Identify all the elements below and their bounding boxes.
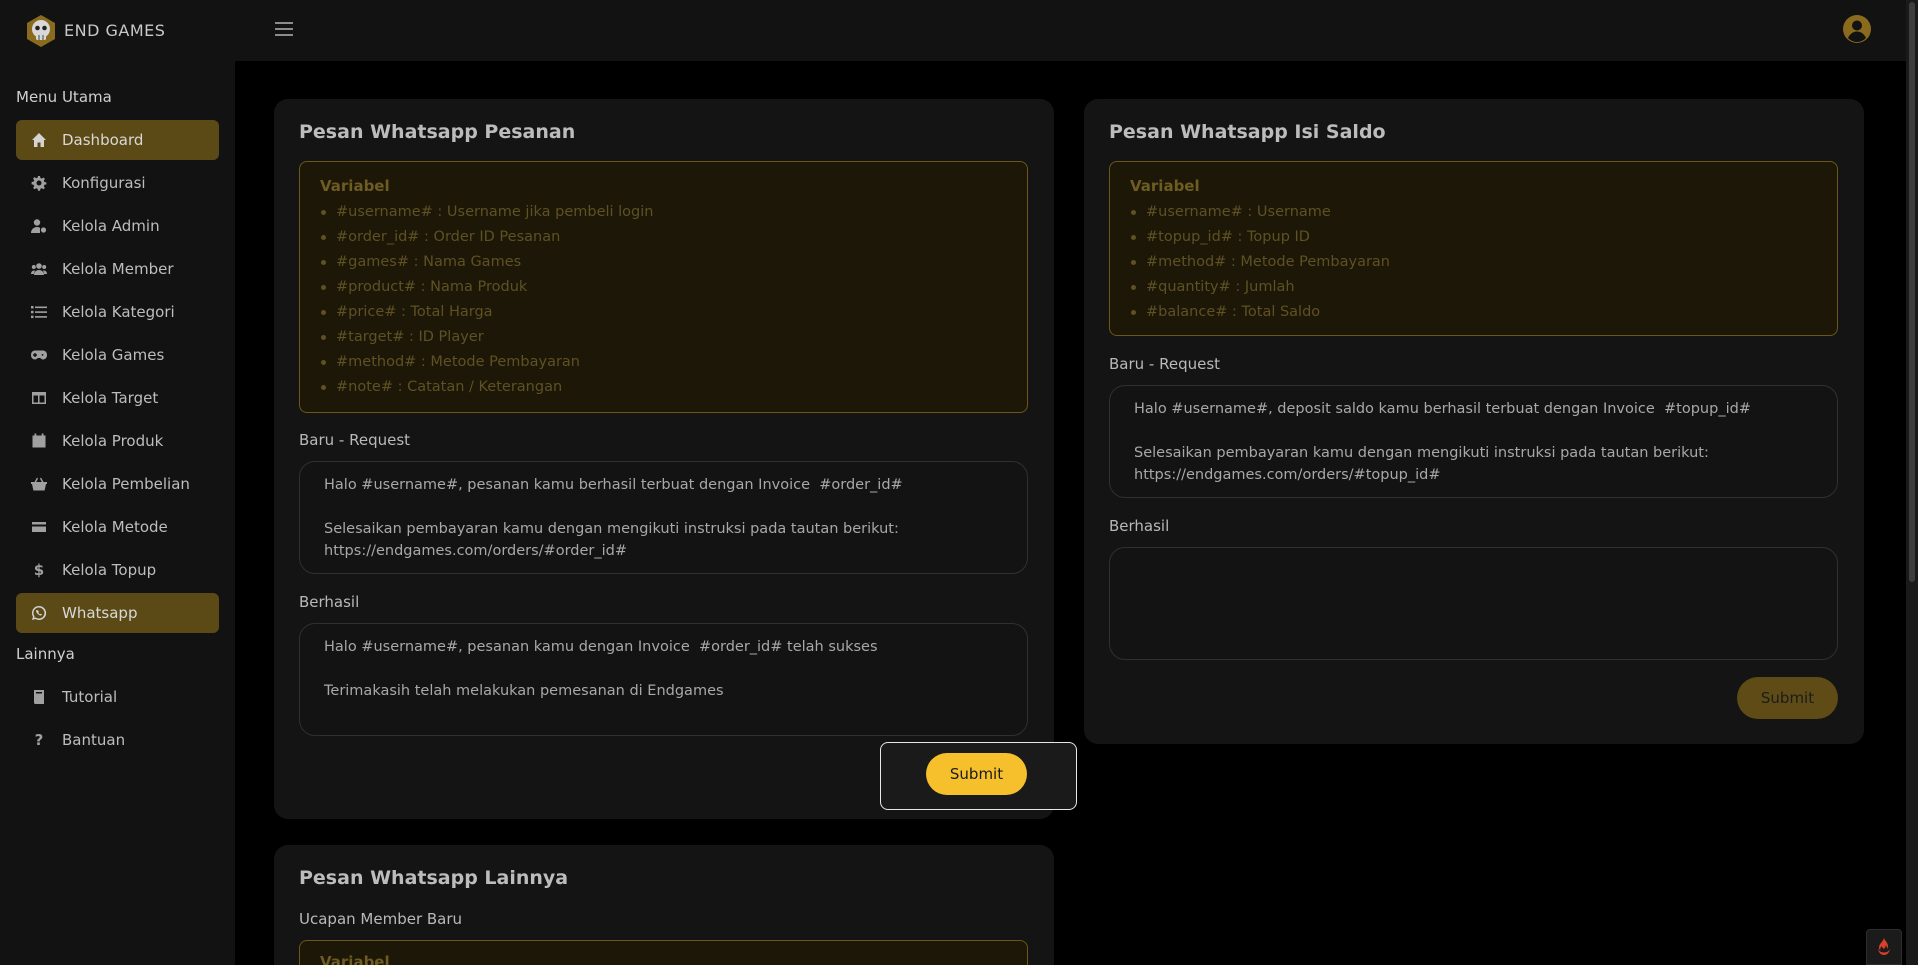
credit-card-icon bbox=[30, 518, 48, 536]
scrollbar-thumb[interactable] bbox=[1909, 2, 1915, 582]
sidebar-item-kelola-member[interactable]: Kelola Member bbox=[16, 249, 219, 289]
variable-item: #target# : ID Player bbox=[320, 325, 653, 350]
variables-title: Variabel bbox=[320, 953, 390, 965]
topup-card-title: Pesan Whatsapp Isi Saldo bbox=[1109, 121, 1386, 143]
variable-item: #product# : Nama Produk bbox=[320, 275, 653, 300]
sidebar-item-kelola-kategori[interactable]: Kelola Kategori bbox=[16, 292, 219, 332]
order-message-card: Pesan Whatsapp Pesanan Variabel #usernam… bbox=[274, 99, 1054, 819]
sidebar-item-kelola-games[interactable]: Kelola Games bbox=[16, 335, 219, 375]
new-member-variables-box: Variabel bbox=[299, 940, 1028, 965]
hamburger-menu-icon[interactable] bbox=[275, 22, 293, 38]
order-request-label: Baru - Request bbox=[299, 431, 411, 449]
variable-item: #method# : Metode Pembayaran bbox=[1131, 250, 1390, 275]
list-icon bbox=[30, 303, 48, 321]
order-submit-button[interactable]: Submit bbox=[926, 753, 1027, 795]
variable-item: #username# : Username bbox=[1131, 200, 1390, 225]
user-cog-icon bbox=[30, 217, 48, 235]
sidebar: END GAMES Menu Utama Dashboard Konfigura… bbox=[0, 0, 235, 965]
variable-item: #username# : Username jika pembeli login bbox=[320, 200, 653, 225]
sidebar-item-label: Kelola Target bbox=[62, 389, 159, 407]
order-success-label: Berhasil bbox=[299, 593, 360, 611]
sidebar-item-label: Kelola Produk bbox=[62, 432, 164, 450]
sidebar-item-bantuan[interactable]: ? Bantuan bbox=[16, 720, 219, 760]
other-message-card: Pesan Whatsapp Lainnya Ucapan Member Bar… bbox=[274, 845, 1054, 965]
variable-item: #order_id# : Order ID Pesanan bbox=[320, 225, 653, 250]
topup-message-card: Pesan Whatsapp Isi Saldo Variabel #usern… bbox=[1084, 99, 1864, 744]
basket-icon bbox=[30, 475, 48, 493]
topup-request-textarea[interactable]: Halo #username#, deposit saldo kamu berh… bbox=[1109, 385, 1838, 498]
order-success-textarea[interactable]: Halo #username#, pesanan kamu dengan Inv… bbox=[299, 623, 1028, 736]
sidebar-item-whatsapp[interactable]: Whatsapp bbox=[16, 593, 219, 633]
topup-submit-button[interactable]: Submit bbox=[1737, 677, 1838, 719]
dollar-icon: $ bbox=[33, 561, 45, 579]
variable-item: #topup_id# : Topup ID bbox=[1131, 225, 1390, 250]
sidebar-item-label: Kelola Topup bbox=[62, 561, 157, 579]
question-icon: ? bbox=[34, 731, 44, 749]
page-scrollbar[interactable] bbox=[1906, 0, 1918, 965]
variable-item: #balance# : Total Saldo bbox=[1131, 300, 1390, 325]
sidebar-item-label: Dashboard bbox=[62, 131, 144, 149]
topup-success-textarea[interactable] bbox=[1109, 547, 1838, 660]
variable-item: #games# : Nama Games bbox=[320, 250, 653, 275]
sidebar-item-label: Kelola Games bbox=[62, 346, 165, 364]
sidebar-item-konfigurasi[interactable]: Konfigurasi bbox=[16, 163, 219, 203]
sidebar-item-kelola-pembelian[interactable]: Kelola Pembelian bbox=[16, 464, 219, 504]
user-avatar-icon[interactable] bbox=[1842, 14, 1872, 44]
variables-title: Variabel bbox=[320, 177, 390, 195]
sidebar-item-label: Whatsapp bbox=[62, 604, 138, 622]
sidebar-item-label: Kelola Kategori bbox=[62, 303, 175, 321]
sidebar-item-label: Konfigurasi bbox=[62, 174, 146, 192]
order-variables-box: Variabel #username# : Username jika pemb… bbox=[299, 161, 1028, 413]
skull-logo-icon bbox=[27, 14, 55, 47]
variable-item: #quantity# : Jumlah bbox=[1131, 275, 1390, 300]
fire-widget-button[interactable] bbox=[1866, 929, 1902, 965]
sidebar-item-label: Kelola Pembelian bbox=[62, 475, 190, 493]
menu-utama-label: Menu Utama bbox=[16, 88, 112, 106]
variable-item: #note# : Catatan / Keterangan bbox=[320, 375, 653, 400]
sidebar-item-kelola-metode[interactable]: Kelola Metode bbox=[16, 507, 219, 547]
topup-variables-list: #username# : Username #topup_id# : Topup… bbox=[1131, 200, 1390, 325]
sidebar-item-kelola-target[interactable]: Kelola Target bbox=[16, 378, 219, 418]
new-member-label: Ucapan Member Baru bbox=[299, 910, 463, 928]
whatsapp-icon bbox=[30, 604, 48, 622]
brand-name: END GAMES bbox=[64, 21, 166, 40]
order-request-textarea[interactable]: Halo #username#, pesanan kamu berhasil t… bbox=[299, 461, 1028, 574]
topup-success-label: Berhasil bbox=[1109, 517, 1170, 535]
sidebar-item-kelola-produk[interactable]: Kelola Produk bbox=[16, 421, 219, 461]
sidebar-item-label: Kelola Admin bbox=[62, 217, 160, 235]
order-variables-list: #username# : Username jika pembeli login… bbox=[320, 200, 653, 400]
gear-icon bbox=[30, 174, 48, 192]
book-icon bbox=[30, 688, 48, 706]
table-icon bbox=[30, 389, 48, 407]
calendar-icon bbox=[30, 432, 48, 450]
variable-item: #price# : Total Harga bbox=[320, 300, 653, 325]
sidebar-item-tutorial[interactable]: Tutorial bbox=[16, 677, 219, 717]
other-card-title: Pesan Whatsapp Lainnya bbox=[299, 867, 569, 889]
sidebar-item-kelola-topup[interactable]: $ Kelola Topup bbox=[16, 550, 219, 590]
variable-item: #method# : Metode Pembayaran bbox=[320, 350, 653, 375]
lainnya-label: Lainnya bbox=[16, 645, 75, 663]
users-icon bbox=[30, 260, 48, 278]
brand[interactable]: END GAMES bbox=[0, 0, 235, 61]
gamepad-icon bbox=[30, 346, 48, 364]
sidebar-item-label: Kelola Metode bbox=[62, 518, 168, 536]
sidebar-item-label: Kelola Member bbox=[62, 260, 174, 278]
sidebar-item-dashboard[interactable]: Dashboard bbox=[16, 120, 219, 160]
variables-title: Variabel bbox=[1130, 177, 1200, 195]
sidebar-item-label: Bantuan bbox=[62, 731, 126, 749]
sidebar-item-label: Tutorial bbox=[62, 688, 118, 706]
topup-variables-box: Variabel #username# : Username #topup_id… bbox=[1109, 161, 1838, 336]
sidebar-item-kelola-admin[interactable]: Kelola Admin bbox=[16, 206, 219, 246]
order-card-title: Pesan Whatsapp Pesanan bbox=[299, 121, 576, 143]
top-header bbox=[235, 0, 1906, 61]
flame-icon bbox=[1878, 938, 1890, 955]
topup-request-label: Baru - Request bbox=[1109, 355, 1221, 373]
home-icon bbox=[30, 131, 48, 149]
